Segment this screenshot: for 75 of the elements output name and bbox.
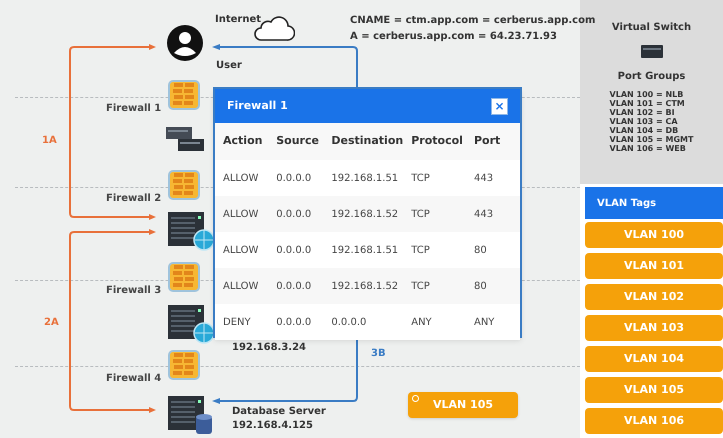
vlan-tag[interactable]: VLAN 104 [585, 346, 723, 372]
close-button[interactable]: × [491, 98, 508, 114]
column-header: Destination [331, 133, 404, 150]
table-cell-text: TCP [411, 244, 431, 258]
table-cell-text: 0.0.0.0 [276, 244, 312, 258]
vlan-tag[interactable]: VLAN 103 [585, 315, 723, 341]
table-cell-text: 0.0.0.0 [276, 316, 312, 330]
table-cell-text: ANY [411, 316, 433, 330]
table-cell-text: ALLOW [223, 280, 260, 294]
table-cell-text: 192.168.1.51 [331, 172, 400, 186]
panel-title: Virtual Switch [612, 21, 692, 35]
switch-icon [640, 45, 662, 59]
port-group: VLAN 103 = CA [610, 117, 678, 126]
table-cell-text: TCP [411, 280, 431, 294]
firewall-label: Firewall 2 [106, 192, 162, 206]
port-group: VLAN 104 = DB [610, 126, 678, 135]
user-label: User [216, 59, 242, 73]
path-label: 2A [44, 316, 59, 330]
panel-subtitle: Port Groups [618, 70, 686, 84]
table-cell-text: DENY [223, 316, 252, 330]
firewall-icon [168, 170, 200, 200]
vlan-tag[interactable]: VLAN 102 [585, 284, 723, 310]
table-cell-text: 443 [474, 172, 494, 186]
table-cell-text: ANY [474, 316, 496, 330]
table-cell-text: 192.168.1.51 [331, 244, 400, 258]
table-cell-text: 192.168.1.52 [331, 280, 400, 294]
dialog-title: Firewall 1 [227, 98, 288, 114]
drag-handle-icon[interactable] [412, 395, 419, 402]
column-header: Action [223, 133, 264, 150]
table-cell-text: ALLOW [223, 244, 260, 258]
firewall-icon [168, 350, 200, 380]
switch-icon [166, 127, 204, 153]
vlan-tag[interactable]: VLAN 106 [585, 408, 723, 434]
firewall-label: Firewall 4 [106, 372, 162, 386]
panel-title: VLAN Tags [597, 196, 656, 210]
firewall-icon [168, 262, 200, 292]
vlan-tag[interactable]: VLAN 101 [585, 253, 723, 279]
table-cell-text: 0.0.0.0 [276, 172, 312, 186]
column-header: Protocol [411, 133, 464, 150]
server-name: Database Server [232, 405, 326, 419]
dns-record: CNAME = ctm.app.com = cerberus.app.com [350, 14, 596, 28]
table-cell-text: 0.0.0.0 [331, 316, 368, 330]
table-cell-text: TCP [411, 172, 431, 186]
table-cell-text: 80 [474, 280, 488, 294]
table-cell-text: 443 [474, 208, 494, 222]
port-group: VLAN 101 = CTM [610, 99, 685, 108]
vlan-tag[interactable]: VLAN 100 [585, 222, 723, 248]
port-group: VLAN 100 = NLB [610, 90, 684, 99]
vlan-tag[interactable]: VLAN 105 [408, 392, 518, 418]
port-group: VLAN 106 = WEB [610, 144, 686, 153]
user-icon [167, 25, 203, 61]
column-header: Port [474, 133, 502, 150]
table-cell-text: 0.0.0.0 [276, 208, 312, 222]
path-label: 3B [371, 347, 386, 361]
column-header: Source [276, 133, 320, 150]
firewall-label: Firewall 3 [106, 284, 162, 298]
table-cell-text: 192.168.1.52 [331, 208, 400, 222]
server-ip: 192.168.4.125 [232, 419, 313, 433]
vlan-tag[interactable]: VLAN 105 [585, 377, 723, 403]
server-ip: 192.168.3.24 [232, 341, 306, 355]
database-server-icon [168, 396, 214, 436]
path-label: 1A [42, 134, 57, 148]
table-cell-text: ALLOW [223, 172, 260, 186]
port-group: VLAN 105 = MGMT [610, 135, 694, 144]
dns-record: A = cerberus.app.com = 64.23.71.93 [350, 30, 557, 44]
internet-label: Internet [215, 13, 262, 27]
table-cell-text: 80 [474, 244, 488, 258]
firewall-icon [168, 80, 200, 110]
table-cell-text: ALLOW [223, 208, 260, 222]
web-server-icon [168, 212, 214, 252]
table-cell-text: TCP [411, 208, 431, 222]
table-cell-text: 0.0.0.0 [276, 280, 312, 294]
web-server-icon [168, 305, 214, 345]
firewall-label: Firewall 1 [106, 102, 162, 116]
port-group: VLAN 102 = BI [610, 108, 675, 117]
